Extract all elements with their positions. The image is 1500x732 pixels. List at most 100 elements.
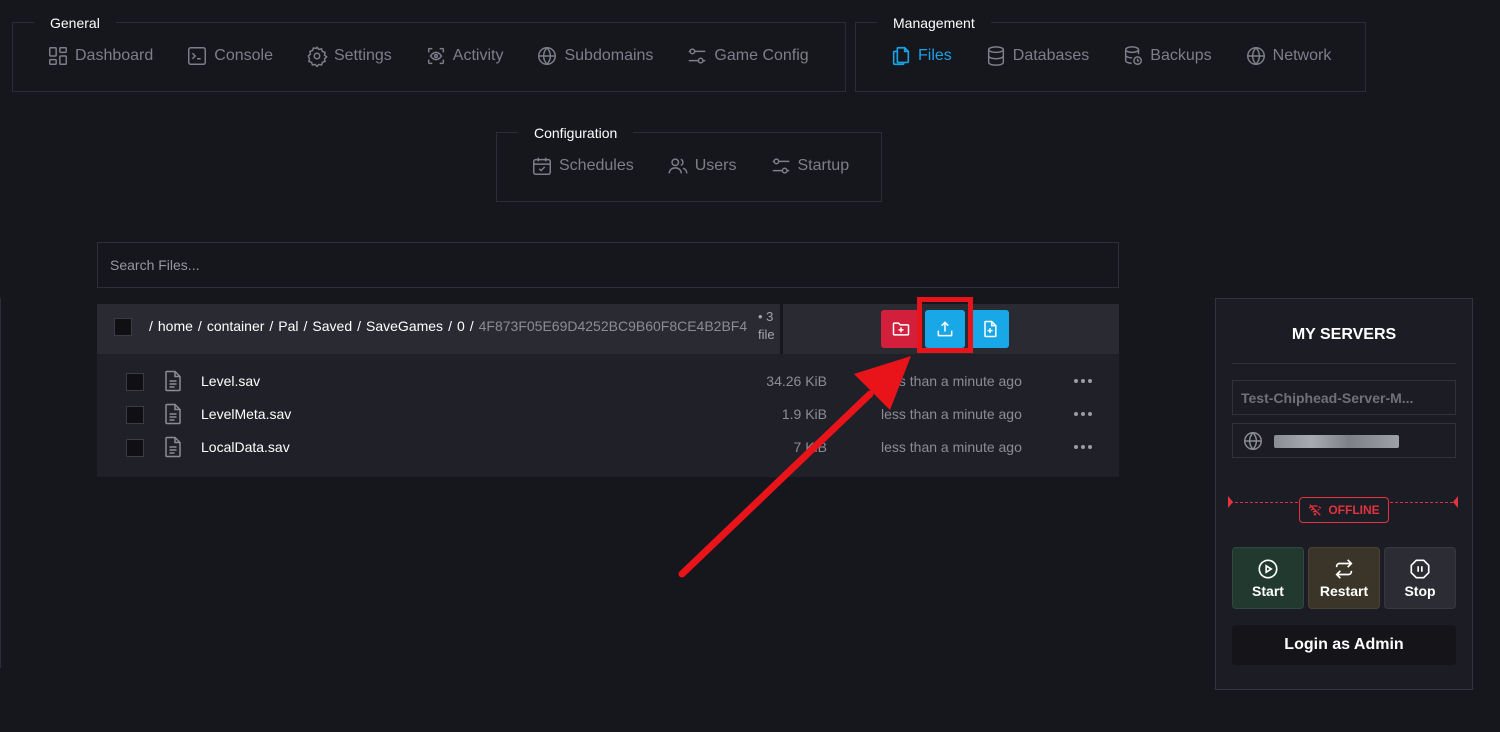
new-file-button[interactable] [971,310,1009,348]
nav-item-label: Subdomains [564,47,654,64]
dashboard-icon [49,47,67,65]
page-left-border [0,298,1,668]
folder-plus-icon [892,322,910,336]
stop-button[interactable]: Stop [1384,547,1456,609]
status-badge: OFFLINE [1299,497,1389,523]
start-button[interactable]: Start [1232,547,1304,609]
more-options-icon[interactable] [1072,437,1094,457]
status-divider-cap [1228,496,1233,508]
upload-icon [937,321,953,337]
file-checkbox[interactable] [126,439,144,457]
more-options-icon[interactable] [1072,404,1094,424]
more-options-icon[interactable] [1072,371,1094,391]
my-servers-panel: MY SERVERS Test-Chiphead-Server-M... OFF… [1215,298,1473,690]
file-name[interactable]: LevelMeta.sav [201,406,291,422]
nav-item-label: Console [214,47,273,64]
nav-item-label: Files [918,47,952,64]
file-checkbox[interactable] [126,406,144,424]
login-as-admin-button[interactable]: Login as Admin [1232,625,1456,665]
nav-group-title: General [34,7,116,40]
nav-item-schedules[interactable]: Schedules [531,155,634,177]
nav-group-title: Configuration [518,117,634,150]
restart-button[interactable]: Restart [1308,547,1380,609]
nav-group-title: Management [877,7,991,40]
database-restore-icon [1125,46,1143,65]
nav-item-network[interactable]: Network [1245,45,1331,67]
repeat-icon [1335,558,1353,579]
eye-scan-icon [427,47,444,65]
file-row[interactable]: LevelMeta.sav 1.9 KiB less than a minute… [97,398,1119,431]
nav-group-management: Management Files Databases Backups Netwo… [855,7,1366,92]
breadcrumb-item[interactable]: 0 [457,318,465,334]
nav-item-databases[interactable]: Databases [985,45,1090,67]
servers-title: MY SERVERS [1291,326,1397,343]
nav-item-subdomains[interactable]: Subdomains [536,45,653,67]
globe-icon [1244,432,1262,450]
server-name-field[interactable]: Test-Chiphead-Server-M... [1232,380,1456,415]
nav-item-users[interactable]: Users [667,155,737,177]
status-text: OFFLINE [1328,503,1380,517]
breadcrumb-current: 4F873F05E69D4252BC9B60F8CE4B2BF4 [478,318,748,334]
file-modified: less than a minute ago [881,373,1022,389]
file-size: 34.26 KiB [766,373,827,389]
nav-item-label: Backups [1150,47,1212,64]
upload-button[interactable] [925,310,965,348]
breadcrumb-item[interactable]: container [207,318,265,334]
file-size: 1.9 KiB [781,406,827,422]
file-text-icon [165,403,181,425]
breadcrumb-item[interactable]: home [158,318,193,334]
file-name[interactable]: Level.sav [201,373,260,389]
nav-item-label: Startup [797,157,850,174]
restart-label: Restart [1319,582,1369,599]
stop-octagon-icon [1410,558,1430,579]
nav-group-general: General Dashboard Console Settings Activ… [12,7,846,92]
file-plus-icon [984,320,997,338]
file-modified: less than a minute ago [881,439,1022,455]
file-row[interactable]: LocalData.sav 7 KiB less than a minute a… [97,431,1119,464]
file-count: • 3 file [758,308,780,344]
nav-item-label: Users [694,157,737,174]
nav-item-label: Settings [333,47,392,64]
nav-item-game-config[interactable]: Game Config [686,45,809,67]
nav-item-backups[interactable]: Backups [1122,45,1212,67]
file-count-number: • 3 [758,309,774,324]
file-checkbox[interactable] [126,373,144,391]
nav-item-dashboard[interactable]: Dashboard [47,45,153,67]
file-name[interactable]: LocalData.sav [201,439,290,455]
search-box [97,242,1119,288]
calendar-check-icon [533,157,551,175]
stop-label: Stop [1404,582,1436,599]
nav-item-label: Databases [1012,47,1090,64]
terminal-icon [188,47,207,65]
breadcrumb: / home / container / Pal / Saved / SaveGames/0/4F… [149,318,748,334]
nav-group-configuration: Configuration Schedules Users Startup [496,117,882,202]
select-all-checkbox[interactable] [114,318,132,336]
nav-item-startup[interactable]: Startup [770,155,850,177]
gear-icon [307,46,328,67]
header-divider [780,304,783,354]
play-circle-icon [1258,558,1278,579]
breadcrumb-item[interactable]: Pal [278,318,298,334]
nav-item-console[interactable]: Console [186,45,273,67]
files-icon [892,46,910,66]
new-folder-button[interactable] [881,310,921,348]
globe-icon [1246,47,1265,65]
status-divider-cap [1453,496,1458,508]
file-row[interactable]: Level.sav 34.26 KiB less than a minute a… [97,365,1119,398]
nav-item-label: Schedules [559,157,634,174]
breadcrumb-item[interactable]: SaveGames [366,318,443,334]
file-manager: / home / container / Pal / Saved / SaveGames/0/4F… [97,297,1119,477]
file-manager-header: / home / container / Pal / Saved / SaveGames/0/4F… [97,297,1119,354]
file-count-unit: file [758,327,775,342]
nav-item-activity[interactable]: Activity [425,45,503,67]
redacted-address [1274,435,1399,448]
breadcrumb-item[interactable]: Saved [312,318,352,334]
file-size: 7 KiB [793,439,827,455]
nav-item-files[interactable]: Files [890,45,952,67]
server-address-field[interactable] [1232,423,1456,458]
globe-icon [538,47,557,65]
file-text-icon [165,436,181,458]
users-icon [668,158,688,174]
search-input[interactable] [98,243,1118,287]
nav-item-settings[interactable]: Settings [306,45,392,67]
